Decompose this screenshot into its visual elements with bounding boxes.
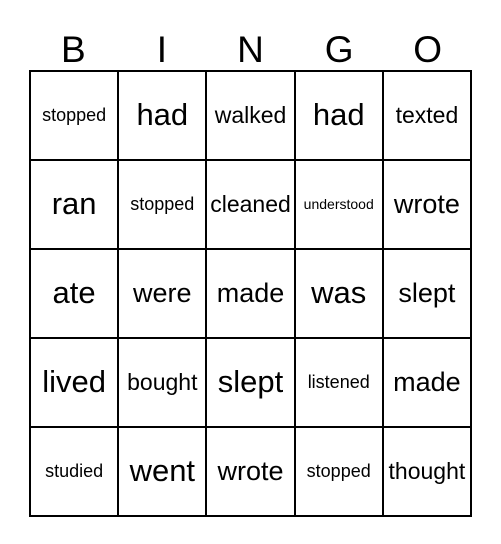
bingo-cell[interactable]: made xyxy=(383,339,473,428)
bingo-cell[interactable]: listened xyxy=(295,339,384,428)
bingo-cell[interactable]: walked xyxy=(207,72,296,161)
bingo-header-letter-o: O xyxy=(413,29,443,70)
bingo-cell-label: understood xyxy=(303,196,374,213)
bingo-cell[interactable]: cleaned xyxy=(207,161,296,250)
bingo-cell-label: cleaned xyxy=(210,191,291,218)
bingo-cell-label: texted xyxy=(395,102,459,129)
bingo-cell[interactable]: understood xyxy=(295,161,384,250)
bingo-cell[interactable]: went xyxy=(119,428,208,517)
bingo-header-letter-i: I xyxy=(156,29,168,70)
bingo-cell-label: walked xyxy=(214,102,287,129)
bingo-header-letter-n: N xyxy=(237,29,264,70)
bingo-cell[interactable]: wrote xyxy=(207,428,296,517)
bingo-cell[interactable]: bought xyxy=(119,339,208,428)
bingo-row: ate were made was slept xyxy=(31,250,473,339)
bingo-cell-label: thought xyxy=(388,458,466,485)
bingo-cell-label: slept xyxy=(398,278,456,309)
bingo-header-letter-b: B xyxy=(60,29,86,70)
bingo-header-letter-g: G xyxy=(324,29,354,70)
bingo-cell-label: ate xyxy=(52,275,96,311)
bingo-cell-label: wrote xyxy=(217,456,284,487)
bingo-cell-label: ran xyxy=(51,186,97,222)
bingo-cell-label: lived xyxy=(42,364,106,400)
bingo-cell[interactable]: stopped xyxy=(295,428,384,517)
bingo-cell-label: slept xyxy=(217,364,284,400)
bingo-cell-label: made xyxy=(216,278,285,309)
bingo-cell[interactable]: slept xyxy=(207,339,296,428)
bingo-row: ran stopped cleaned understood wrote xyxy=(31,161,473,250)
bingo-cell-label: were xyxy=(133,278,192,309)
bingo-cell[interactable]: made xyxy=(207,250,296,339)
bingo-cell[interactable]: had xyxy=(119,72,208,161)
bingo-card: B I N G O stopped had walked had texted … xyxy=(29,15,473,517)
bingo-cell[interactable]: thought xyxy=(383,428,473,517)
bingo-cell[interactable]: ran xyxy=(31,161,120,250)
bingo-cell-label: went xyxy=(129,453,196,489)
bingo-cell[interactable]: stopped xyxy=(31,72,120,161)
bingo-header-row: B I N G O xyxy=(29,15,472,70)
bingo-cell-label: stopped xyxy=(42,105,107,126)
bingo-cell[interactable]: ate xyxy=(31,250,120,339)
bingo-cell[interactable]: wrote xyxy=(383,161,473,250)
bingo-cell-label: stopped xyxy=(306,461,371,482)
bingo-cell[interactable]: texted xyxy=(383,72,473,161)
bingo-cell-label: had xyxy=(136,97,189,133)
bingo-cell-label: made xyxy=(393,367,461,398)
bingo-cell[interactable]: had xyxy=(295,72,384,161)
bingo-cell[interactable]: lived xyxy=(31,339,120,428)
bingo-cell-label: listened xyxy=(307,372,370,393)
bingo-cell-label: bought xyxy=(127,369,198,396)
bingo-cell-label: wrote xyxy=(393,189,460,220)
bingo-cell[interactable]: studied xyxy=(31,428,120,517)
bingo-cell-label: stopped xyxy=(130,194,195,215)
bingo-cell[interactable]: slept xyxy=(383,250,473,339)
bingo-row: lived bought slept listened made xyxy=(31,339,473,428)
bingo-cell-label: was xyxy=(311,275,367,311)
bingo-cell[interactable]: were xyxy=(119,250,208,339)
bingo-cell[interactable]: was xyxy=(295,250,384,339)
bingo-cell-label: studied xyxy=(45,461,104,482)
bingo-row: stopped had walked had texted xyxy=(31,72,473,161)
bingo-cell[interactable]: stopped xyxy=(119,161,208,250)
bingo-cell-label: had xyxy=(312,97,365,133)
bingo-row: studied went wrote stopped thought xyxy=(31,428,473,517)
bingo-grid: stopped had walked had texted ran stoppe… xyxy=(29,70,473,517)
